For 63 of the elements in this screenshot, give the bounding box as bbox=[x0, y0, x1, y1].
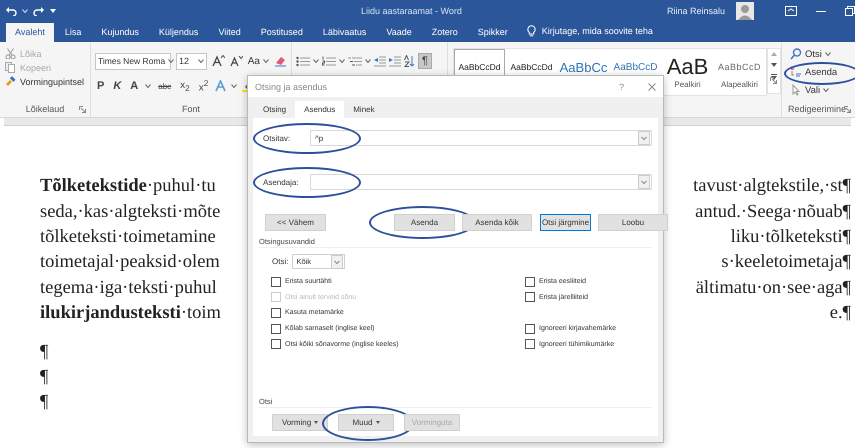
paragraph-text: ältimatu·on·see·aga¶ bbox=[696, 278, 851, 299]
change-case-button[interactable]: Aa bbox=[248, 56, 269, 66]
paragraph-text: ¶ bbox=[40, 342, 48, 363]
dialog-tab[interactable]: Asendus bbox=[295, 101, 344, 118]
font-size-field[interactable]: 12 bbox=[176, 52, 207, 70]
dialog-tab[interactable]: Otsing bbox=[254, 101, 296, 118]
ribbon-tab[interactable]: Zotero bbox=[422, 23, 467, 42]
paragraph-text: seda,·kas·algteksti·mõte bbox=[40, 202, 220, 223]
field-label: Otsitav: bbox=[262, 134, 292, 142]
paragraph-text: s·keeletoimetaja¶ bbox=[721, 252, 851, 274]
dialog-tab[interactable]: Minek bbox=[344, 101, 384, 118]
dialog-button[interactable]: Loobu bbox=[598, 214, 668, 230]
superscript-button[interactable]: x$^{2}$ bbox=[196, 78, 210, 94]
ribbon-tab[interactable]: Küljendus bbox=[150, 23, 208, 42]
editing-button[interactable]: Vali bbox=[790, 84, 830, 96]
paragraph-text: toimetajal·peaksid·olem bbox=[40, 252, 220, 274]
strikethrough-button[interactable]: abc bbox=[156, 82, 174, 90]
clipboard-button[interactable]: Vormingupintsel bbox=[5, 76, 84, 87]
dialog-button[interactable]: Asenda bbox=[394, 214, 455, 230]
ribbon-tab[interactable]: Lisa bbox=[56, 23, 90, 42]
field-label: Otsi: bbox=[272, 257, 288, 266]
ribbon-tab[interactable]: Läbivaatus bbox=[314, 23, 376, 42]
window-title: Liidu aastaraamat - Word bbox=[361, 6, 462, 16]
field-label: Asendaja: bbox=[262, 178, 300, 186]
style-gallery-item[interactable]: AaBbCcD Alapealkiri bbox=[714, 49, 765, 93]
paragraph-text: e.¶ bbox=[830, 303, 851, 324]
paragraph-text: ¶ bbox=[40, 392, 48, 414]
group-label: Font bbox=[182, 104, 200, 114]
user-name: Riina Reinsalu bbox=[666, 6, 725, 16]
style-gallery-item[interactable]: AaB Pealkiri bbox=[662, 49, 713, 93]
text-field[interactable]: ^p bbox=[310, 130, 652, 146]
paragraph-text: liku·tõlketeksti¶ bbox=[730, 226, 851, 248]
ribbon-tab[interactable]: Vaade bbox=[377, 23, 421, 42]
ribbon-tab[interactable]: Avaleht bbox=[6, 23, 54, 42]
italic-button[interactable]: K bbox=[111, 80, 124, 92]
underline-button[interactable]: A bbox=[128, 80, 140, 92]
help-button[interactable]: ? bbox=[618, 82, 624, 92]
tell-me-search[interactable]: Kirjutage, mida soovite teha bbox=[518, 25, 653, 42]
paragraph-text: ¶ bbox=[40, 366, 48, 388]
dialog-button[interactable]: Otsi järgmine bbox=[540, 214, 591, 230]
bold-button[interactable]: P bbox=[95, 80, 106, 92]
dialog-button[interactable]: << Vähem bbox=[265, 214, 326, 230]
ribbon-tab[interactable]: Spikker bbox=[468, 23, 517, 42]
paragraph-text: Tõlketekstide·puhul·tu bbox=[40, 176, 216, 198]
group-label: Redigeerimine bbox=[788, 104, 846, 114]
paragraph-text: ilukirjandusteksti·toim bbox=[40, 303, 221, 324]
dialog-button[interactable]: Vorming bbox=[272, 414, 328, 431]
paragraph-text: tavust·algtekstile,·st¶ bbox=[693, 176, 851, 198]
ribbon-tab[interactable]: Viited bbox=[209, 23, 250, 42]
editing-button[interactable]: Otsi bbox=[790, 48, 831, 60]
subscript-button[interactable]: x$_{2}$ bbox=[178, 80, 192, 92]
paragraph-text: antud.·Seega·nõuab¶ bbox=[695, 202, 851, 223]
ribbon-tab[interactable]: Kujundus bbox=[92, 23, 148, 42]
dialog-title: Otsing ja asendus bbox=[255, 82, 328, 92]
paragraph-text: tegema·iga·teksti·puhul bbox=[40, 278, 217, 299]
dialog-button[interactable]: Muud bbox=[338, 414, 394, 431]
paragraph-text: tõlketeksti·toimetamine bbox=[40, 226, 216, 248]
ribbon-tab[interactable]: Postitused bbox=[252, 23, 312, 42]
show-marks-button[interactable]: ¶ bbox=[418, 53, 432, 69]
group-label: Lõikelaud bbox=[26, 104, 64, 114]
editing-button[interactable]: Asenda bbox=[790, 66, 838, 78]
dialog-button[interactable]: Asenda kõik bbox=[462, 214, 532, 230]
font-name-field[interactable]: Times New Roma bbox=[95, 52, 171, 70]
